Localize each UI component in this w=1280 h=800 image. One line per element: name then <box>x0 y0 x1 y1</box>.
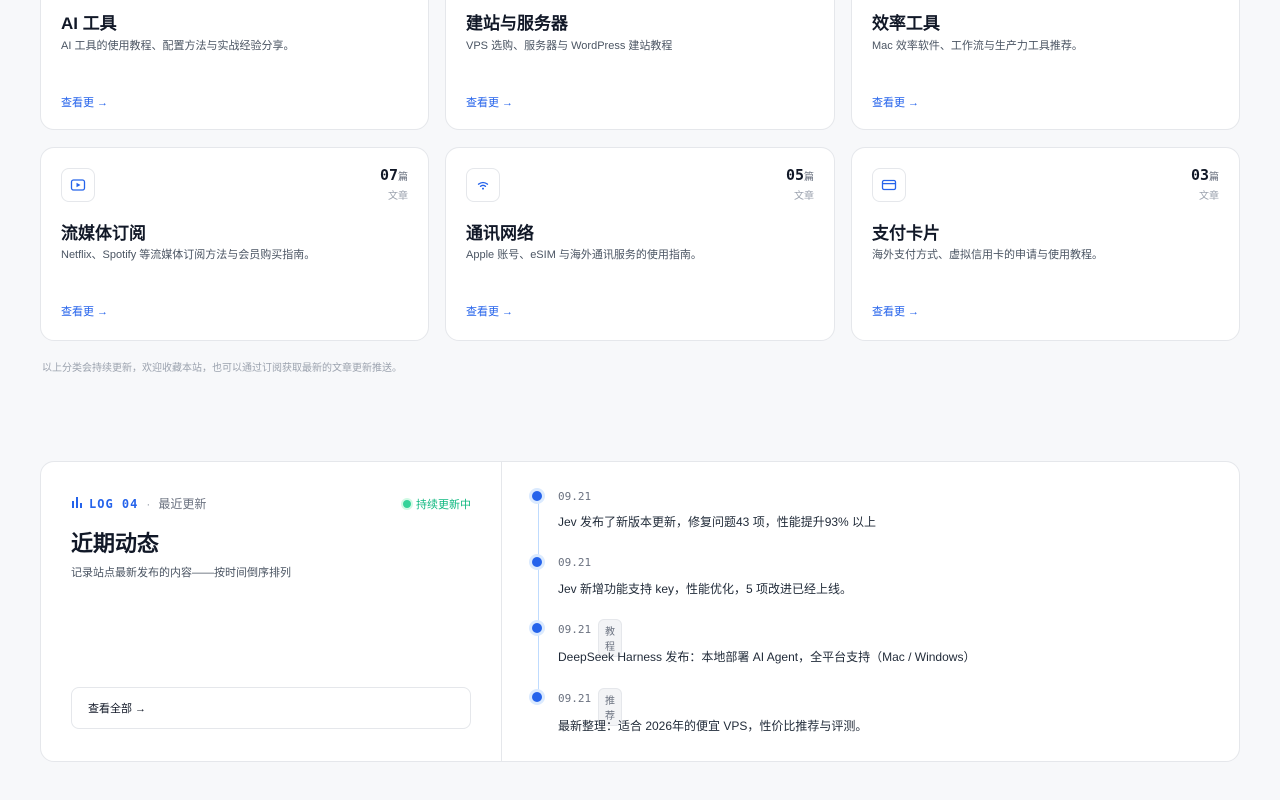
timeline: 09.21 Jev 发布了新版本更新，修复问题43 项，性能提升93% 以上 0… <box>502 462 1239 761</box>
status-text: 持续更新中 <box>416 499 471 511</box>
timeline-text[interactable]: Jev 发布了新版本更新，修复问题43 项，性能提升93% 以上 <box>558 513 876 530</box>
view-all-button[interactable]: 查看全部 → <box>71 687 471 729</box>
category-card-payment[interactable]: 03篇 文章 支付卡片 海外支付方式、虚拟信用卡的申请与使用教程。 查看更 → <box>851 147 1240 341</box>
card-title: 流媒体订阅 <box>61 224 146 243</box>
recent-updates-panel: LOG 04 · 最近更新 持续更新中 近期动态 记录站点最新发布的内容——按时… <box>40 461 1240 762</box>
log-tag: LOG 04 · 最近更新 <box>71 495 206 512</box>
view-more-link[interactable]: 查看更 → <box>466 94 513 110</box>
status-dot-icon <box>403 500 411 508</box>
article-count: 07篇 文章 <box>379 166 408 202</box>
log-subtitle: 最近更新 <box>158 497 207 511</box>
timeline-dot-icon <box>532 692 542 702</box>
timeline-text[interactable]: DeepSeek Harness 发布：本地部署 AI Agent，全平台支持（… <box>558 648 975 665</box>
card-title: 通讯网络 <box>466 224 534 243</box>
category-card-streaming[interactable]: 07篇 文章 流媒体订阅 Netflix、Spotify 等流媒体订阅方法与会员… <box>40 147 429 341</box>
log-description: 记录站点最新发布的内容——按时间倒序排列 <box>71 567 291 579</box>
bar-chart-icon <box>71 496 83 511</box>
timeline-date: 09.21 <box>558 490 592 503</box>
card-title: 支付卡片 <box>872 224 940 243</box>
article-count: 03篇 文章 <box>1190 166 1219 202</box>
timeline-dot-icon <box>532 557 542 567</box>
view-more-link[interactable]: 查看更 → <box>61 94 108 110</box>
log-code: LOG 04 <box>89 496 139 511</box>
separator: · <box>146 496 151 511</box>
category-card-ai-tools[interactable]: AI 工具 AI 工具的使用教程、配置方法与实战经验分享。 查看更 → <box>40 0 429 130</box>
card-description: AI 工具的使用教程、配置方法与实战经验分享。 <box>61 40 295 52</box>
card-title: 建站与服务器 <box>466 14 568 33</box>
timeline-date: 09.21 <box>558 556 592 569</box>
timeline-text[interactable]: Jev 新增功能支持 key，性能优化，5 项改进已经上线。 <box>558 580 852 597</box>
card-title: AI 工具 <box>61 14 117 33</box>
category-card-network[interactable]: 05篇 文章 通讯网络 Apple 账号、eSIM 与海外通讯服务的使用指南。 … <box>445 147 835 341</box>
log-title: 近期动态 <box>71 531 160 556</box>
timeline-line <box>538 496 539 698</box>
view-more-link[interactable]: 查看更 → <box>872 303 919 319</box>
view-more-link[interactable]: 查看更 → <box>61 303 108 319</box>
article-count: 05篇 文章 <box>785 166 814 202</box>
credit-card-icon <box>872 168 906 202</box>
card-description: Mac 效率软件、工作流与生产力工具推荐。 <box>872 40 1083 52</box>
card-description: Apple 账号、eSIM 与海外通讯服务的使用指南。 <box>466 249 702 261</box>
category-footnote: 以上分类会持续更新，欢迎收藏本站，也可以通过订阅获取最新的文章更新推送。 <box>42 363 402 374</box>
wifi-icon <box>466 168 500 202</box>
timeline-date: 09.21 <box>558 692 592 705</box>
card-title: 效率工具 <box>872 14 940 33</box>
category-card-hosting[interactable]: 建站与服务器 VPS 选购、服务器与 WordPress 建站教程 查看更 → <box>445 0 835 130</box>
log-summary: LOG 04 · 最近更新 持续更新中 近期动态 记录站点最新发布的内容——按时… <box>41 462 502 761</box>
card-description: Netflix、Spotify 等流媒体订阅方法与会员购买指南。 <box>61 249 316 261</box>
timeline-text[interactable]: 最新整理：适合 2026年的便宜 VPS，性价比推荐与评测。 <box>558 717 867 734</box>
timeline-date: 09.21 <box>558 623 592 636</box>
view-more-link[interactable]: 查看更 → <box>466 303 513 319</box>
status-badge: 持续更新中 <box>403 496 471 512</box>
timeline-dot-icon <box>532 623 542 633</box>
category-card-productivity[interactable]: 效率工具 Mac 效率软件、工作流与生产力工具推荐。 查看更 → <box>851 0 1240 130</box>
view-more-link[interactable]: 查看更 → <box>872 94 919 110</box>
card-description: VPS 选购、服务器与 WordPress 建站教程 <box>466 40 673 52</box>
card-description: 海外支付方式、虚拟信用卡的申请与使用教程。 <box>872 249 1103 261</box>
play-icon <box>61 168 95 202</box>
timeline-dot-icon <box>532 491 542 501</box>
